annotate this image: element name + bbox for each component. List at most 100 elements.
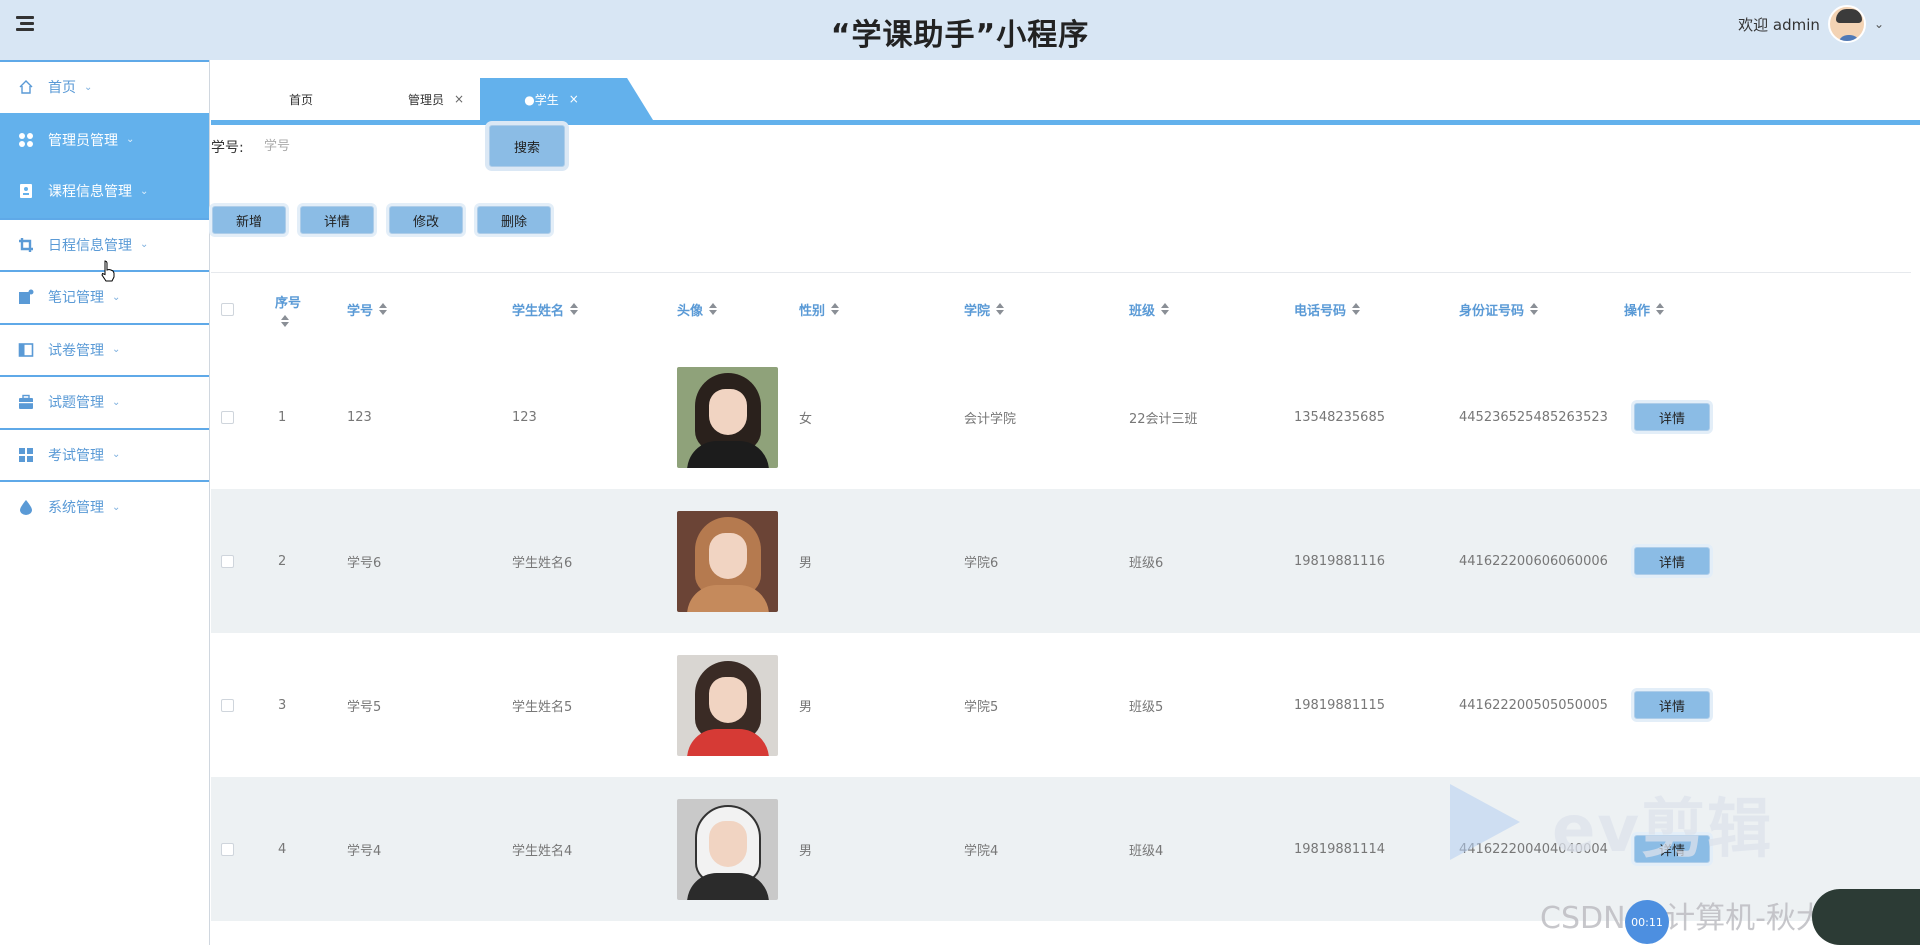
sidebar-item-system[interactable]: 系统管理 ⌄ bbox=[0, 480, 209, 533]
recording-widget bbox=[1812, 889, 1920, 945]
sidebar-item-course[interactable]: 课程信息管理 ⌄ bbox=[0, 165, 209, 218]
sidebar-item-papers[interactable]: 试卷管理 ⌄ bbox=[0, 322, 209, 376]
sort-icon[interactable] bbox=[281, 314, 290, 327]
sidebar-item-questions[interactable]: 试题管理 ⌄ bbox=[0, 375, 209, 428]
search-label: 学号: bbox=[211, 140, 244, 156]
cell-action: 详情 bbox=[1634, 633, 1710, 777]
select-all-checkbox[interactable] bbox=[221, 302, 234, 316]
select-all-cell bbox=[221, 273, 234, 345]
row-checkbox[interactable] bbox=[221, 698, 234, 712]
student-photo[interactable] bbox=[677, 510, 778, 612]
sidebar-item-exams[interactable]: 考试管理 ⌄ bbox=[0, 427, 209, 481]
sidebar-item-label: 考试管理 bbox=[48, 447, 104, 464]
cell-photo bbox=[677, 345, 778, 489]
column-header-label: 学号 bbox=[347, 303, 374, 319]
sidebar-item-label: 首页 bbox=[48, 80, 76, 97]
tab-admin[interactable]: 管理员 × bbox=[391, 78, 481, 120]
row-checkbox[interactable] bbox=[221, 554, 234, 568]
sort-icon[interactable] bbox=[379, 303, 388, 315]
cell-gender: 男 bbox=[799, 843, 813, 859]
cell-class: 班级6 bbox=[1129, 555, 1164, 571]
chevron-down-icon[interactable]: ⌄ bbox=[1874, 17, 1884, 31]
delete-button[interactable]: 删除 bbox=[477, 206, 551, 234]
column-header-id[interactable]: 学号 bbox=[347, 273, 388, 345]
tab-home[interactable]: 首页 bbox=[271, 78, 331, 120]
column-header-seq[interactable]: 序号 bbox=[275, 273, 301, 345]
column-header-idcard[interactable]: 身份证号码 bbox=[1459, 273, 1539, 345]
grid-circles-icon bbox=[18, 132, 34, 148]
cell-college: 会计学院 bbox=[964, 411, 1017, 427]
column-header-class[interactable]: 班级 bbox=[1129, 273, 1170, 345]
cell-class: 班级4 bbox=[1129, 843, 1164, 859]
column-header-college[interactable]: 学院 bbox=[964, 273, 1005, 345]
sort-icon[interactable] bbox=[996, 303, 1005, 315]
student-photo[interactable] bbox=[677, 366, 778, 468]
row-select-cell bbox=[221, 633, 234, 777]
cell-class: 22会计三班 bbox=[1129, 411, 1198, 427]
cell-name: 学生姓名4 bbox=[512, 843, 573, 859]
sidebar-item-home[interactable]: 首页 ⌄ bbox=[0, 60, 209, 113]
column-header-name[interactable]: 学生姓名 bbox=[512, 273, 579, 345]
row-select-cell bbox=[221, 489, 234, 633]
cell-college: 学院4 bbox=[964, 843, 999, 859]
row-checkbox[interactable] bbox=[221, 410, 234, 424]
row-detail-button[interactable]: 详情 bbox=[1634, 691, 1710, 719]
column-header-phone[interactable]: 电话号码 bbox=[1294, 273, 1361, 345]
cell-college: 学院5 bbox=[964, 699, 999, 715]
sidebar-item-label: 日程信息管理 bbox=[48, 237, 132, 254]
column-header-gender[interactable]: 性别 bbox=[799, 273, 840, 345]
avatar[interactable] bbox=[1827, 5, 1866, 43]
user-menu[interactable]: 欢迎 admin ⌄ bbox=[1738, 5, 1884, 43]
close-icon[interactable]: × bbox=[454, 92, 464, 106]
sort-icon[interactable] bbox=[1656, 303, 1665, 315]
note-icon bbox=[18, 289, 34, 305]
sort-icon[interactable] bbox=[1352, 303, 1361, 315]
column-header-action[interactable]: 操作 bbox=[1624, 273, 1665, 345]
column-header-photo[interactable]: 头像 bbox=[677, 273, 718, 345]
close-icon[interactable]: × bbox=[569, 92, 579, 106]
table-row[interactable]: 3 学号5 学生姓名5 男 学院5 班级5 19819881115 441622… bbox=[211, 633, 1920, 777]
cell-phone: 19819881114 bbox=[1294, 841, 1385, 857]
cell-gender: 男 bbox=[799, 555, 813, 571]
cell-idcard: 441622200606060006 bbox=[1459, 553, 1608, 569]
home-icon bbox=[18, 79, 34, 95]
csdn-watermark: CSDN @计算机-秋大田 bbox=[1540, 901, 1856, 936]
grid-squares-icon bbox=[18, 447, 34, 463]
sort-icon[interactable] bbox=[831, 303, 840, 315]
tab-student[interactable]: ●学生 × bbox=[480, 78, 653, 120]
sidebar-item-label: 管理员管理 bbox=[48, 132, 118, 149]
sort-icon[interactable] bbox=[709, 303, 718, 315]
row-detail-button[interactable]: 详情 bbox=[1634, 403, 1710, 431]
detail-button[interactable]: 详情 bbox=[300, 206, 374, 234]
row-select-cell bbox=[221, 777, 234, 921]
cell-name: 123 bbox=[512, 409, 537, 425]
briefcase-icon bbox=[18, 394, 34, 410]
row-checkbox[interactable] bbox=[221, 842, 234, 856]
sort-icon[interactable] bbox=[1161, 303, 1170, 315]
table-row[interactable]: 1 123 123 女 会计学院 22会计三班 13548235685 4452… bbox=[211, 345, 1920, 489]
table-row[interactable]: 2 学号6 学生姓名6 男 学院6 班级6 19819881116 441622… bbox=[211, 489, 1920, 633]
sidebar-item-admin[interactable]: 管理员管理 ⌄ bbox=[0, 112, 209, 165]
cell-id: 学号4 bbox=[347, 843, 382, 859]
chevron-down-icon: ⌄ bbox=[140, 239, 149, 251]
student-photo[interactable] bbox=[677, 798, 778, 900]
search-button[interactable]: 搜索 bbox=[489, 125, 565, 167]
row-detail-button[interactable]: 详情 bbox=[1634, 547, 1710, 575]
tab-bar: 首页 管理员 × ●学生 × bbox=[211, 78, 1920, 120]
top-header: “学课助手”小程序 欢迎 admin ⌄ bbox=[0, 0, 1920, 60]
add-button[interactable]: 新增 bbox=[212, 206, 286, 234]
recording-indicator: 00:11 bbox=[1625, 900, 1669, 944]
cell-action: 详情 bbox=[1634, 489, 1710, 633]
cell-seq: 3 bbox=[278, 697, 287, 713]
sort-icon[interactable] bbox=[1530, 303, 1539, 315]
student-photo[interactable] bbox=[677, 654, 778, 756]
tab-label: ●学生 bbox=[524, 92, 559, 107]
tab-label: 管理员 bbox=[407, 92, 444, 107]
edit-button[interactable]: 修改 bbox=[389, 206, 463, 234]
column-header-label: 身份证号码 bbox=[1459, 303, 1525, 319]
chevron-down-icon: ⌄ bbox=[112, 449, 121, 461]
row-detail-button[interactable]: 详情 bbox=[1634, 835, 1710, 863]
sort-icon[interactable] bbox=[570, 303, 579, 315]
cell-name: 学生姓名5 bbox=[512, 699, 573, 715]
search-input[interactable] bbox=[264, 132, 474, 160]
